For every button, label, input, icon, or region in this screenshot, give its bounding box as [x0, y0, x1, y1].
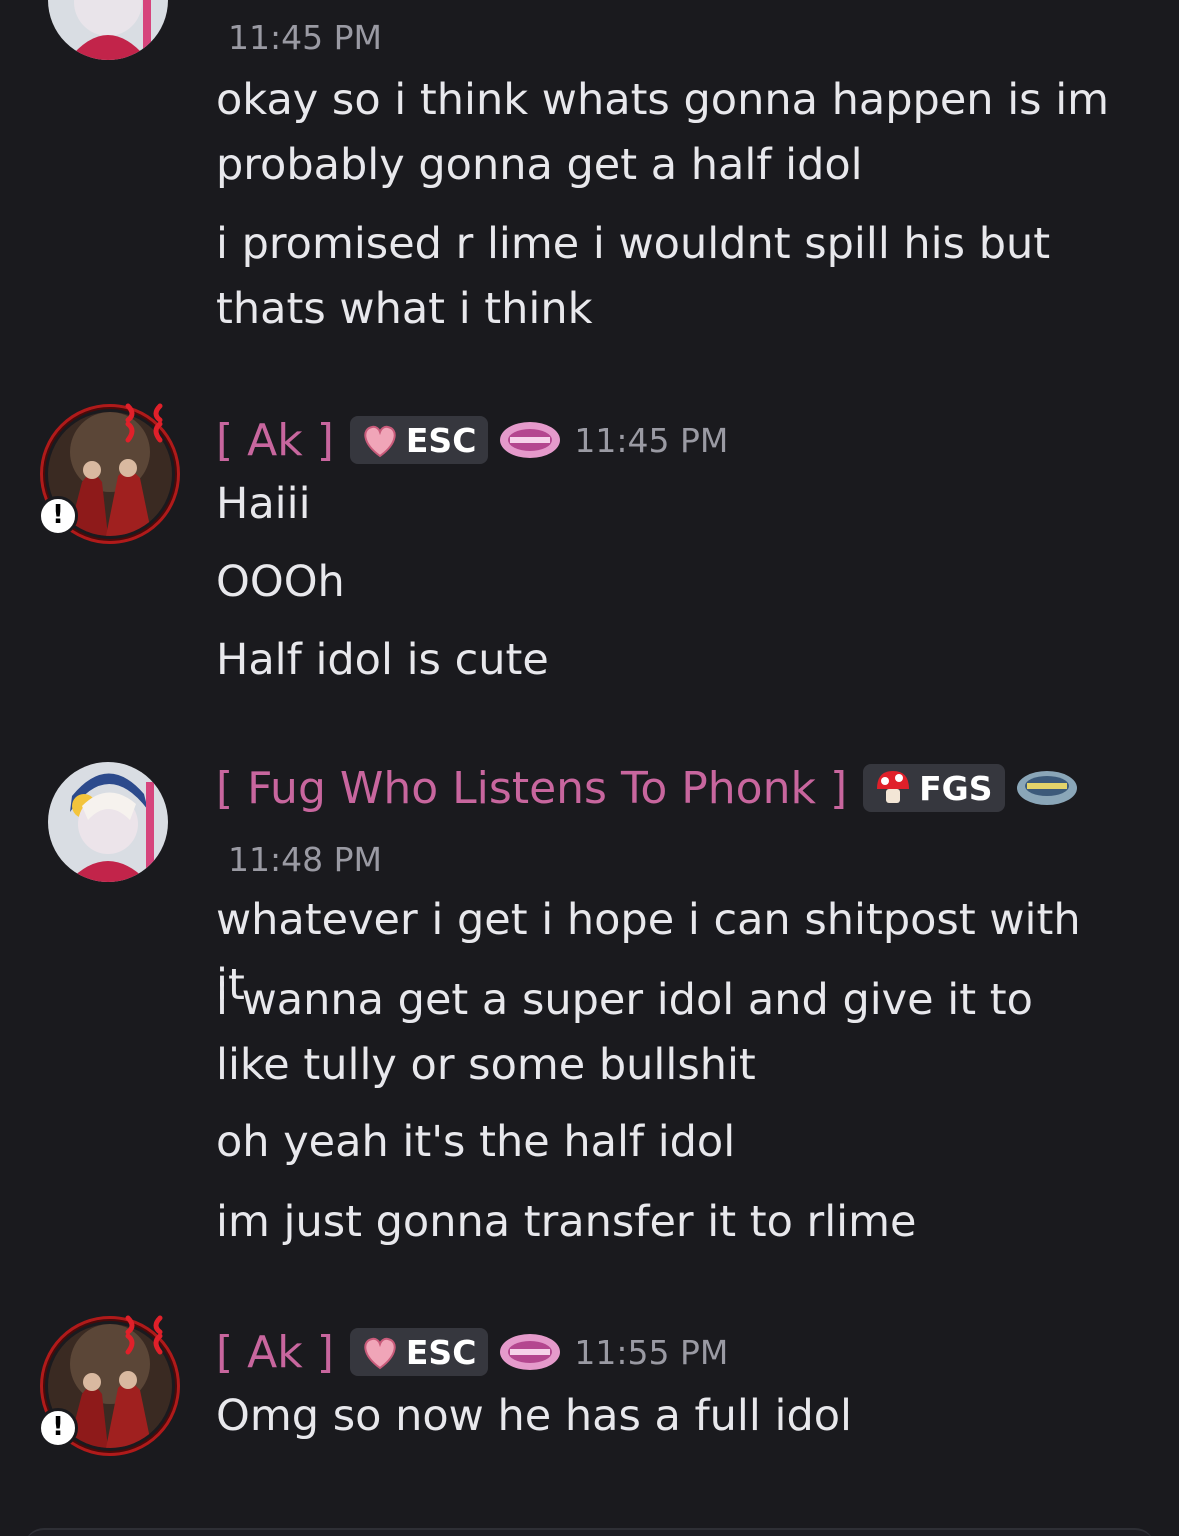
message-text[interactable]: okay so i think whats gonna happen is im…	[216, 68, 1116, 198]
message-timestamp: 11:45 PM	[574, 420, 729, 460]
message-text[interactable]: i promised r lime i wouldnt spill his bu…	[216, 212, 1116, 342]
heart-icon	[364, 1337, 396, 1370]
message-text[interactable]: im just gonna transfer it to rlime	[216, 1190, 1116, 1255]
chat-view: 11:45 PM okay so i think whats gonna hap…	[0, 0, 1179, 1536]
message-header: [ Fug Who Listens To Phonk ] FGS	[216, 758, 1079, 818]
mushroom-icon	[877, 771, 910, 803]
fug-avatar[interactable]	[48, 0, 168, 60]
survivor-badge-icon[interactable]	[498, 420, 562, 460]
message-text[interactable]: Haiii	[216, 472, 1116, 537]
message-text[interactable]: Omg so now he has a full idol	[216, 1384, 1116, 1449]
message-timestamp: 11:55 PM	[574, 1332, 729, 1372]
anger-mark-icon	[125, 403, 163, 443]
username[interactable]: [ Ak ]	[216, 415, 334, 466]
tag-label: ESC	[405, 1332, 477, 1372]
survivor-badge-icon[interactable]	[498, 1332, 562, 1372]
message-input-bar[interactable]	[24, 1528, 1155, 1536]
message-timestamp: 11:48 PM	[228, 840, 382, 879]
tag-label: ESC	[405, 420, 477, 460]
message-text[interactable]: i wanna get a super idol and give it to …	[216, 968, 1116, 1098]
message-timestamp: 11:45 PM	[228, 18, 382, 57]
username[interactable]: [ Ak ]	[216, 1327, 334, 1378]
server-tag[interactable]: ESC	[349, 416, 489, 464]
exclamation-icon: !	[38, 1408, 78, 1448]
exclamation-icon: !	[38, 496, 78, 536]
username[interactable]: [ Fug Who Listens To Phonk ]	[216, 763, 847, 814]
tag-label: FGS	[919, 768, 993, 808]
server-tag[interactable]: ESC	[349, 1328, 489, 1376]
server-tag[interactable]: FGS	[863, 764, 1005, 812]
ak-avatar-wrapper[interactable]: !	[36, 1312, 184, 1460]
ak-avatar-wrapper[interactable]: !	[36, 400, 184, 548]
fug-avatar-image	[48, 762, 168, 882]
fug-avatar-image	[48, 0, 168, 60]
message-header: [ Ak ] ESC 11:55 PM	[216, 1322, 728, 1382]
message-text[interactable]: OOOh	[216, 550, 1116, 615]
anger-mark-icon	[125, 1315, 163, 1355]
message-header: [ Ak ] ESC 11:45 PM	[216, 410, 728, 470]
heart-icon	[364, 425, 396, 458]
message-text[interactable]: Half idol is cute	[216, 628, 1116, 693]
fug-avatar[interactable]	[48, 762, 168, 882]
message-text[interactable]: oh yeah it's the half idol	[216, 1110, 1116, 1175]
survivor-badge-icon[interactable]	[1015, 768, 1079, 808]
